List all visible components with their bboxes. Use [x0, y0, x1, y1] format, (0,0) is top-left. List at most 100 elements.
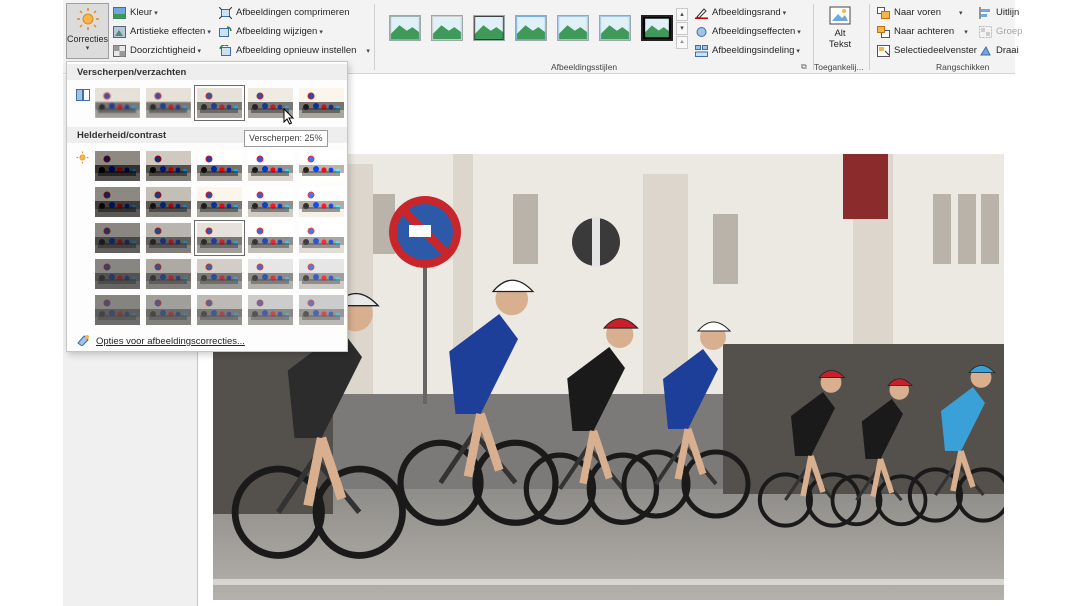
brightness-contrast-preset-thumb[interactable] [248, 151, 293, 181]
brightness-contrast-preset-thumb[interactable] [146, 259, 191, 289]
change-picture-button[interactable]: Afbeelding wijzigen ▾ [219, 23, 323, 40]
sun-icon [76, 8, 99, 30]
group-button[interactable]: Groep [979, 23, 1022, 40]
chevron-down-icon: ▾ [782, 9, 787, 17]
chevron-down-icon: ▾ [964, 28, 968, 36]
group-label: Groep [996, 26, 1023, 37]
group-separator [374, 4, 375, 70]
brightness-sun-icon [76, 151, 89, 167]
reset-picture-button[interactable]: Afbeelding opnieuw instellen ▾ [219, 42, 370, 59]
picture-effects-button[interactable]: Afbeeldingseffecten ▾ [695, 23, 801, 40]
selection-pane-button[interactable]: Selectiedeelvenster [877, 42, 977, 59]
mouse-cursor-icon [283, 108, 295, 125]
brightness-contrast-preset-thumb[interactable] [248, 295, 293, 325]
send-backward-icon [877, 25, 890, 38]
change-picture-label: Afbeelding wijzigen [236, 26, 318, 37]
brightness-contrast-preset-thumb[interactable] [299, 295, 344, 325]
picture-corrections-options-label: Opties voor afbeeldingscorrecties... [96, 336, 245, 347]
brightness-contrast-preset-thumb[interactable] [299, 223, 344, 253]
picture-styles-gallery [381, 7, 677, 51]
compress-icon [218, 6, 233, 19]
chevron-down-icon: ▾ [796, 47, 800, 55]
picture-style-thumb[interactable] [473, 15, 505, 41]
brightness-contrast-preset-thumb[interactable] [95, 223, 140, 253]
send-backward-label: Naar achteren [894, 26, 955, 37]
brightness-contrast-preset-thumb[interactable] [299, 187, 344, 217]
sharpen-soften-heading: Verscherpen/verzachten [77, 67, 187, 78]
picture-style-thumb[interactable] [515, 15, 547, 41]
brightness-contrast-preset-thumb[interactable] [95, 259, 140, 289]
gallery-more-button[interactable]: ⩡ [676, 36, 688, 49]
transparency-label: Doorzichtigheid [130, 45, 196, 56]
color-button[interactable]: Kleur ▾ [113, 4, 158, 21]
accessibility-group-label: Toegankelij... [814, 62, 864, 72]
picture-style-thumb[interactable] [599, 15, 631, 41]
rotate-button[interactable]: Draai [979, 42, 1019, 59]
picture-style-thumb[interactable] [557, 15, 589, 41]
selection-pane-icon [877, 44, 890, 57]
brightness-contrast-preset-thumb[interactable] [146, 151, 191, 181]
group-separator [813, 4, 814, 70]
effects-icon [695, 26, 708, 38]
reset-picture-icon [219, 43, 232, 57]
brightness-contrast-preset-thumb[interactable] [146, 223, 191, 253]
arrange-group-label: Rangschikken [936, 62, 990, 72]
align-icon [979, 6, 992, 19]
bring-forward-button[interactable]: Naar voren ▾ [877, 4, 963, 21]
chevron-down-icon: ▾ [197, 47, 201, 55]
brightness-contrast-preset-thumb[interactable] [194, 220, 245, 256]
brightness-contrast-preset-thumb[interactable] [146, 295, 191, 325]
transparency-icon [113, 44, 126, 57]
align-label: Uitlijn [996, 7, 1020, 18]
brightness-contrast-preset-thumb[interactable] [197, 187, 242, 217]
gallery-scroll-down[interactable]: ▾ [676, 22, 688, 35]
layout-icon [695, 44, 708, 57]
alt-text-button[interactable]: Alt Tekst [823, 6, 857, 56]
send-backward-button[interactable]: Naar achteren ▾ [877, 23, 968, 40]
artistic-effects-button[interactable]: Artistieke effecten ▾ [113, 23, 211, 40]
compress-pictures-button[interactable]: Afbeeldingen comprimeren [218, 4, 350, 21]
picture-border-button[interactable]: Afbeeldingsrand ▾ [695, 4, 786, 21]
picture-layout-button[interactable]: Afbeeldingsindeling ▾ [695, 42, 800, 59]
chevron-down-icon: ▾ [85, 45, 90, 52]
brightness-contrast-preset-thumb[interactable] [299, 151, 344, 181]
group-separator [869, 4, 870, 70]
brightness-contrast-preset-thumb[interactable] [95, 187, 140, 217]
chevron-down-icon: ▾ [959, 9, 963, 17]
chevron-down-icon: ▾ [319, 28, 323, 36]
picture-border-label: Afbeeldingsrand [712, 7, 781, 18]
bring-forward-icon [877, 6, 890, 19]
picture-style-thumb[interactable] [389, 15, 421, 41]
bring-forward-label: Naar voren [894, 7, 941, 18]
brightness-contrast-preset-thumb[interactable] [95, 151, 140, 181]
corrections-dropdown: Verscherpen/verzachten Helderheid/contra… [66, 61, 348, 352]
alt-text-label-line2: Tekst [828, 39, 852, 50]
reset-picture-label: Afbeelding opnieuw instellen [236, 45, 357, 56]
brightness-contrast-preset-thumb[interactable] [197, 151, 242, 181]
picture-corrections-options-link[interactable]: Opties voor afbeeldingscorrecties... [77, 334, 245, 349]
sharpen-preset-thumb[interactable] [95, 88, 140, 118]
brightness-contrast-preset-thumb[interactable] [248, 223, 293, 253]
picture-style-thumb[interactable] [431, 15, 463, 41]
brightness-contrast-preset-thumb[interactable] [248, 259, 293, 289]
brightness-contrast-preset-thumb[interactable] [248, 187, 293, 217]
alt-text-label-line1: Alt [834, 28, 846, 39]
sharpen-preset-thumb[interactable] [146, 88, 191, 118]
brightness-contrast-preset-thumb[interactable] [95, 295, 140, 325]
sharpen-preset-thumb[interactable] [299, 88, 344, 118]
brightness-contrast-preset-thumb[interactable] [197, 259, 242, 289]
dialog-launcher-icon[interactable]: ⧉ [801, 62, 807, 72]
transparency-button[interactable]: Doorzichtigheid ▾ [113, 42, 201, 59]
brightness-contrast-preset-thumb[interactable] [197, 295, 242, 325]
chevron-down-icon: ▾ [154, 9, 158, 17]
gallery-scroll-up[interactable]: ▴ [676, 8, 688, 21]
sharpen-tooltip: Verscherpen: 25% [244, 130, 328, 147]
corrections-button[interactable]: Correcties ▾ [66, 3, 109, 59]
picture-style-thumb[interactable] [641, 15, 673, 41]
align-button[interactable]: Uitlijn [979, 4, 1019, 21]
picture-styles-group-label: Afbeeldingsstijlen [551, 62, 618, 72]
brightness-contrast-preset-thumb[interactable] [146, 187, 191, 217]
sharpen-preset-thumb[interactable] [194, 85, 245, 121]
brightness-contrast-preset-thumb[interactable] [299, 259, 344, 289]
artistic-effects-icon [113, 25, 126, 38]
